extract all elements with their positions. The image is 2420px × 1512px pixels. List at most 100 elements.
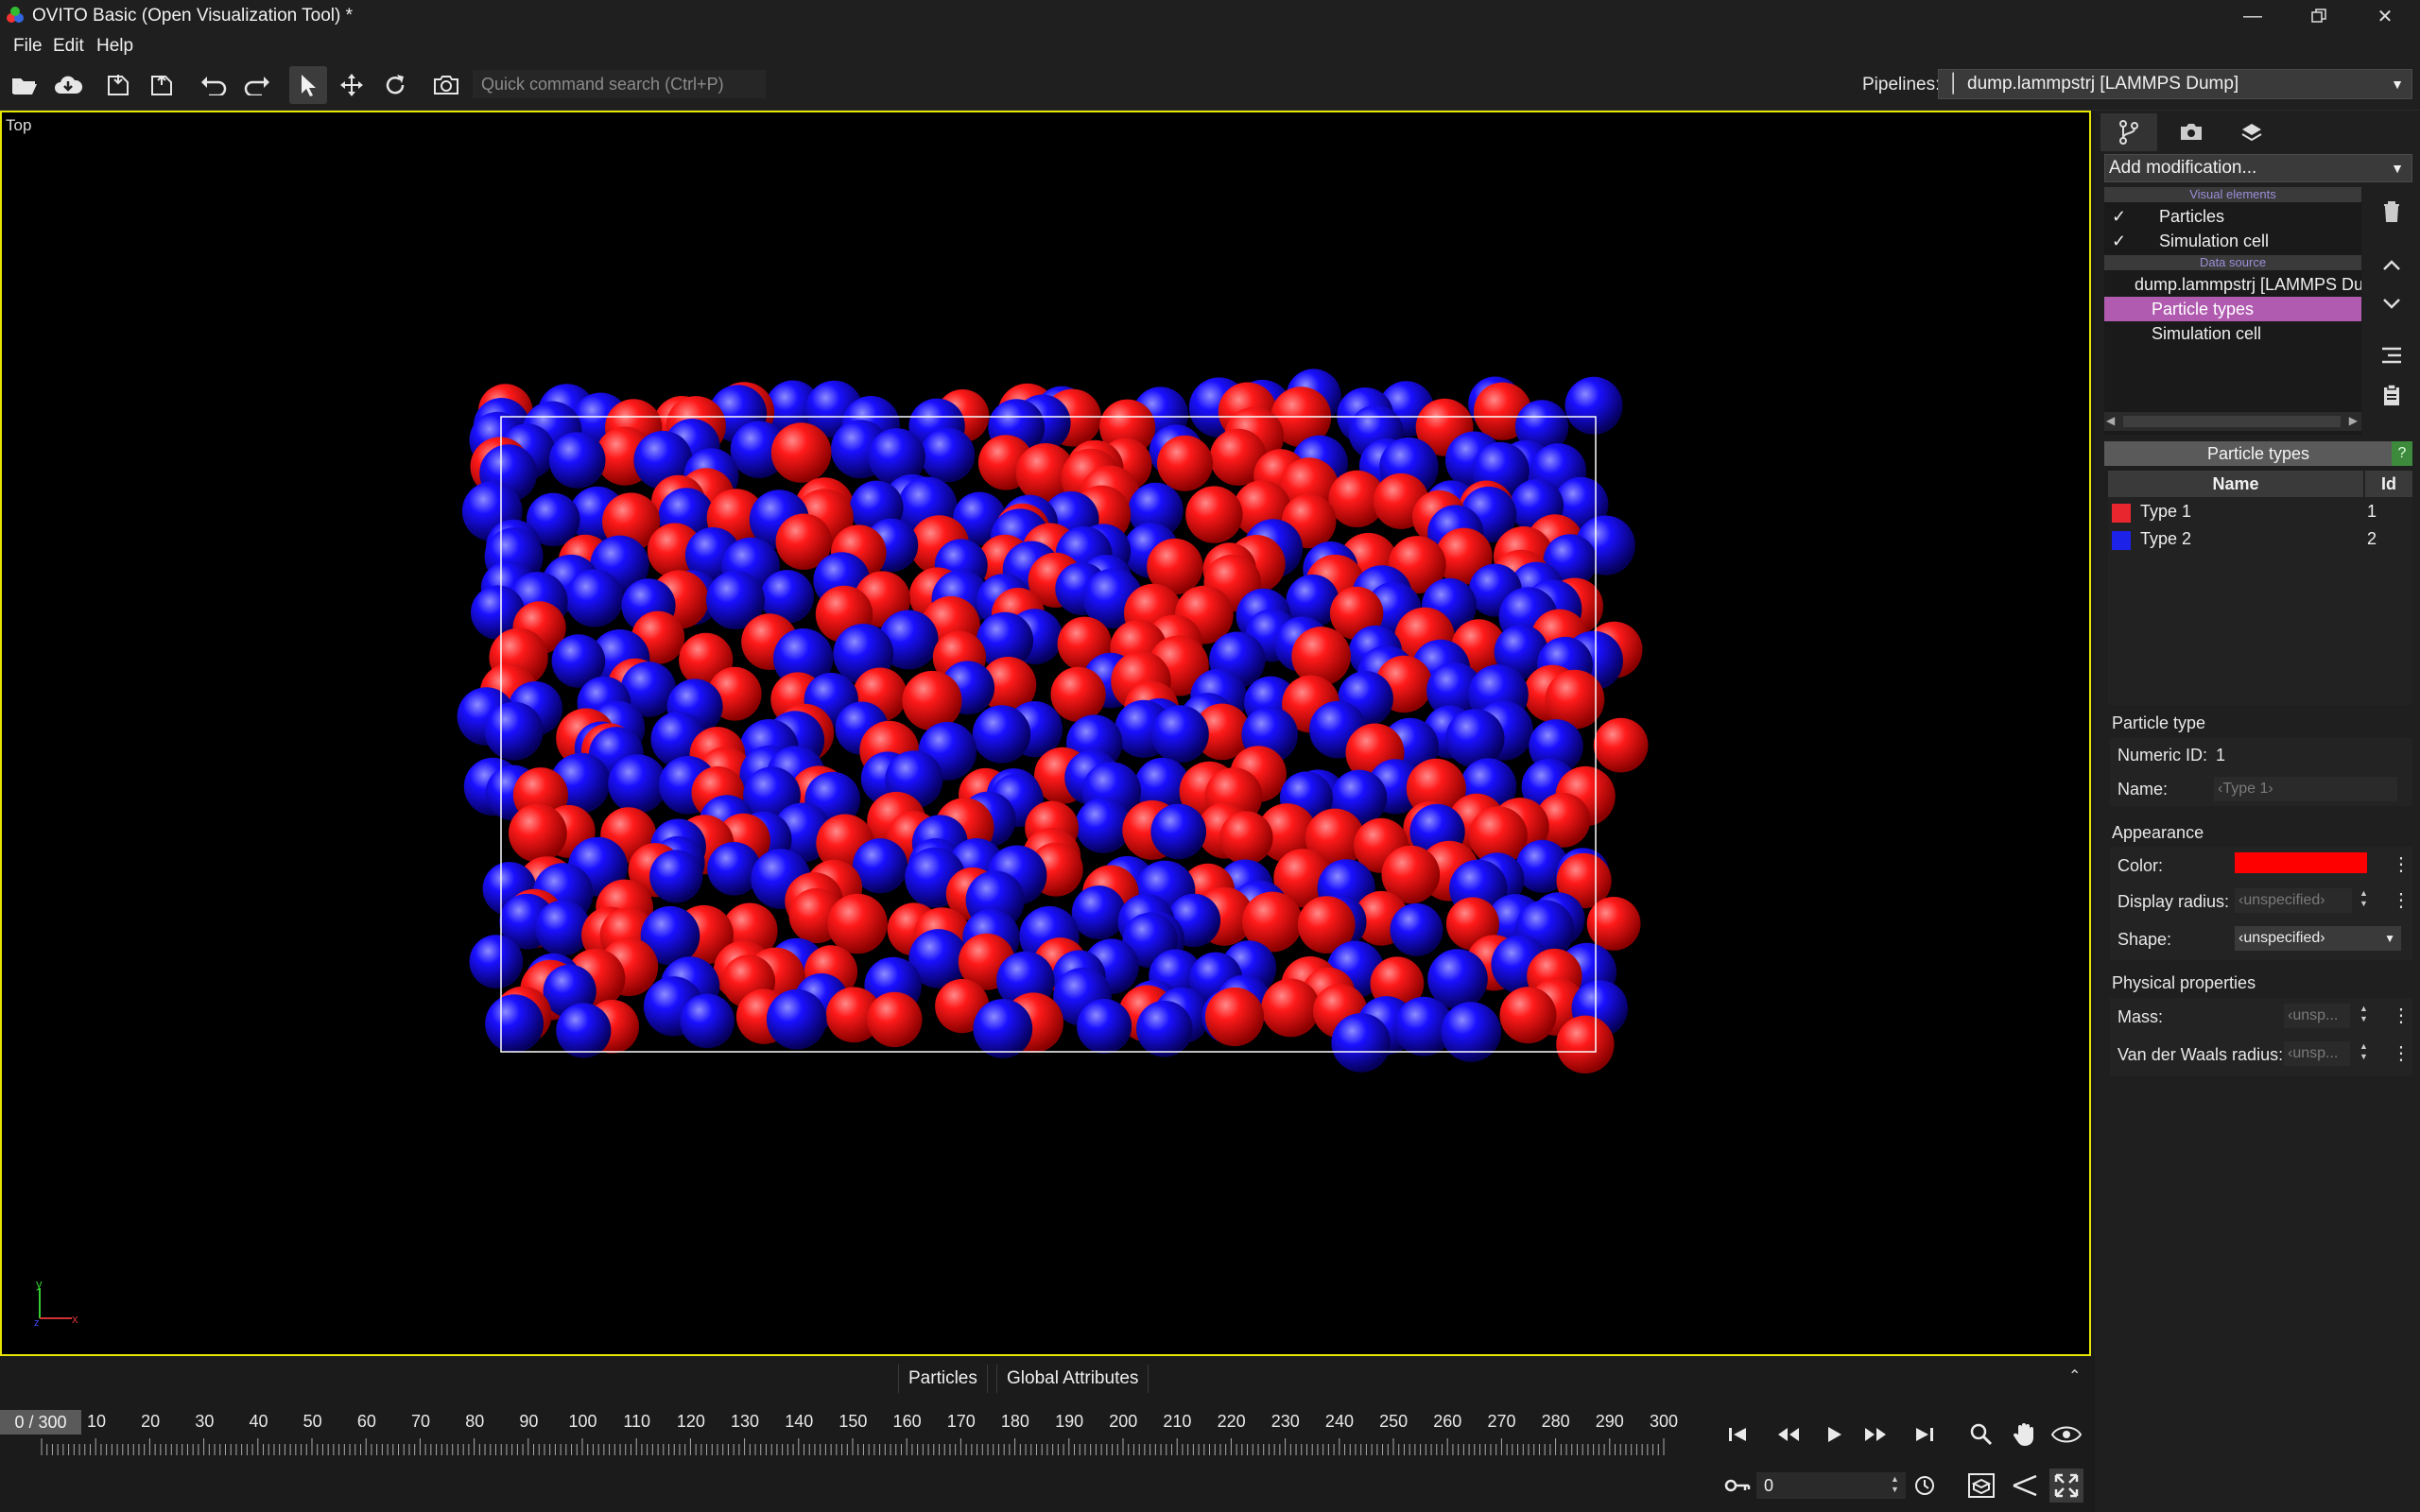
particle-type1 <box>1593 717 1649 773</box>
mass-field[interactable]: ‹unsp... <box>2284 1004 2350 1028</box>
chevron-up-icon[interactable]: ⌃ <box>2068 1366 2081 1385</box>
pipeline-list-scrollbar[interactable]: ◀ ▶ <box>2104 412 2361 431</box>
orbit-eye-icon[interactable] <box>2049 1418 2083 1452</box>
play-icon[interactable] <box>1817 1418 1851 1452</box>
color-picker[interactable] <box>2235 852 2367 873</box>
pipeline-editor-list[interactable]: Visual elements ✓ Particles ✓ Simulation… <box>2104 187 2361 435</box>
jump-to-start-icon[interactable] <box>1720 1418 1754 1452</box>
particle-type1 <box>1586 897 1641 951</box>
vdw-radius-field[interactable]: ‹unsp... <box>2284 1041 2350 1066</box>
scroll-right-icon[interactable]: ▶ <box>2349 414 2358 427</box>
particle-type1 <box>867 991 923 1048</box>
move-up-icon[interactable] <box>2373 248 2411 282</box>
tab-layers-icon[interactable] <box>2223 113 2280 151</box>
next-frame-icon[interactable] <box>1858 1418 1893 1452</box>
close-icon[interactable]: ✕ <box>2352 0 2418 32</box>
fov-icon[interactable] <box>2008 1469 2042 1503</box>
move-mode-icon[interactable] <box>333 66 371 104</box>
help-icon[interactable]: ? <box>2392 441 2412 466</box>
pan-hand-icon[interactable] <box>2008 1418 2042 1452</box>
shape-label: Shape: <box>2118 930 2172 949</box>
undo-icon[interactable] <box>195 66 233 104</box>
zoom-scene-extents-icon[interactable] <box>1964 1469 1998 1503</box>
table-row[interactable]: Type 1 1 <box>2108 499 2412 526</box>
animation-settings-clock-icon[interactable] <box>1908 1469 1942 1503</box>
timeline-label: 270 <box>1487 1412 1516 1431</box>
menu-file[interactable]: File <box>13 36 43 57</box>
more-options-icon[interactable]: ⋮ <box>2392 888 2411 912</box>
checkbox-checked-icon[interactable]: ✓ <box>2112 229 2126 253</box>
restore-icon[interactable] <box>2286 0 2352 32</box>
save-session-icon[interactable] <box>100 66 138 104</box>
menu-edit[interactable]: Edit <box>53 36 84 57</box>
display-radius-label: Display radius: <box>2118 892 2230 911</box>
particle-type2 <box>1441 1002 1501 1062</box>
zoom-icon[interactable] <box>1964 1418 1998 1452</box>
scrollbar-thumb[interactable] <box>2123 416 2341 427</box>
move-down-icon[interactable] <box>2373 287 2411 321</box>
more-options-icon[interactable]: ⋮ <box>2392 1004 2411 1027</box>
spinner-arrows-icon[interactable]: ▲ ▼ <box>2360 1041 2368 1062</box>
pipeline-item-particle-types[interactable]: Particle types <box>2104 297 2361 321</box>
render-camera-icon[interactable] <box>427 66 465 104</box>
particle-type1 <box>1499 987 1557 1044</box>
minimize-icon[interactable]: — <box>2220 0 2286 32</box>
add-modification-label: Add modification... <box>2109 158 2257 178</box>
frame-spinner[interactable]: 0 <box>1756 1472 1906 1499</box>
spinner-arrows-icon[interactable]: ▲ ▼ <box>1891 1474 1899 1495</box>
open-file-icon[interactable] <box>6 66 43 104</box>
particle-type2 <box>1071 885 1126 940</box>
tab-global-attributes[interactable]: Global Attributes <box>996 1365 1150 1393</box>
maximize-viewport-icon[interactable] <box>2049 1469 2083 1503</box>
scroll-left-icon[interactable]: ◀ <box>2106 414 2115 427</box>
tab-particles[interactable]: Particles <box>898 1365 988 1393</box>
menu-help[interactable]: Help <box>96 36 133 57</box>
name-field[interactable]: ‹Type 1› <box>2214 777 2397 801</box>
timeline-ticks[interactable] <box>40 1435 1666 1457</box>
pipeline-item-data-source[interactable]: dump.lammpstrj [LAMMPS Dump] <box>2104 272 2361 297</box>
data-source-header: Data source <box>2104 255 2361 270</box>
pipeline-menu-icon[interactable] <box>2373 338 2411 372</box>
tab-render-camera-icon[interactable] <box>2163 113 2220 151</box>
delete-trash-icon[interactable] <box>2373 195 2411 229</box>
current-frame-indicator[interactable]: 0 / 300 <box>0 1410 81 1435</box>
jump-to-end-icon[interactable] <box>1908 1418 1942 1452</box>
pipelines-select[interactable]: │ dump.lammpstrj [LAMMPS Dump] ▼ <box>1938 69 2412 99</box>
color-swatch <box>2112 504 2131 523</box>
quick-command-search-input[interactable]: Quick command search (Ctrl+P) <box>473 70 766 98</box>
clipboard-icon[interactable] <box>2373 378 2411 412</box>
redo-icon[interactable] <box>238 66 276 104</box>
viewport-top[interactable]: Top y x z <box>0 111 2091 1356</box>
spinner-arrows-icon[interactable]: ▲ ▼ <box>2360 888 2368 909</box>
timeline-label: 20 <box>141 1412 161 1431</box>
display-radius-field[interactable]: ‹unspecified› <box>2235 888 2352 913</box>
shape-select[interactable]: ‹unspecified› ▼ <box>2235 926 2401 951</box>
pipeline-item-particles-visual[interactable]: ✓ Particles <box>2104 204 2361 229</box>
checkbox-checked-icon[interactable]: ✓ <box>2112 204 2126 229</box>
timeline-label: 240 <box>1324 1412 1354 1431</box>
pipeline-item-simulation-cell[interactable]: Simulation cell <box>2104 321 2361 346</box>
timeline-label: 100 <box>568 1412 597 1431</box>
more-options-icon[interactable]: ⋮ <box>2392 1041 2411 1065</box>
spinner-arrows-icon[interactable]: ▲ ▼ <box>2360 1004 2368 1024</box>
add-modification-select[interactable]: Add modification... ▼ <box>2104 154 2412 182</box>
column-header-name[interactable]: Name <box>2108 471 2363 497</box>
particle-scene[interactable] <box>2 112 2089 1354</box>
particle-type2 <box>469 935 524 988</box>
save-session-as-icon[interactable] <box>144 66 182 104</box>
tab-pipeline-icon[interactable] <box>2100 113 2157 151</box>
more-options-icon[interactable]: ⋮ <box>2392 852 2411 876</box>
pipeline-item-label: Simulation cell <box>2152 324 2262 343</box>
rotate-mode-icon[interactable] <box>376 66 414 104</box>
previous-frame-icon[interactable] <box>1772 1418 1806 1452</box>
key-icon[interactable] <box>1720 1469 1754 1503</box>
particle-type2 <box>649 850 703 903</box>
load-remote-icon[interactable] <box>49 66 87 104</box>
column-header-id[interactable]: Id <box>2365 471 2412 497</box>
chevron-down-icon: ▼ <box>2384 932 2395 945</box>
selection-mode-icon[interactable] <box>289 66 327 104</box>
timeline-label: 10 <box>86 1412 107 1431</box>
viewport-caption[interactable]: Top <box>6 116 31 135</box>
pipeline-item-simulation-cell-visual[interactable]: ✓ Simulation cell <box>2104 229 2361 253</box>
table-row[interactable]: Type 2 2 <box>2108 526 2412 554</box>
